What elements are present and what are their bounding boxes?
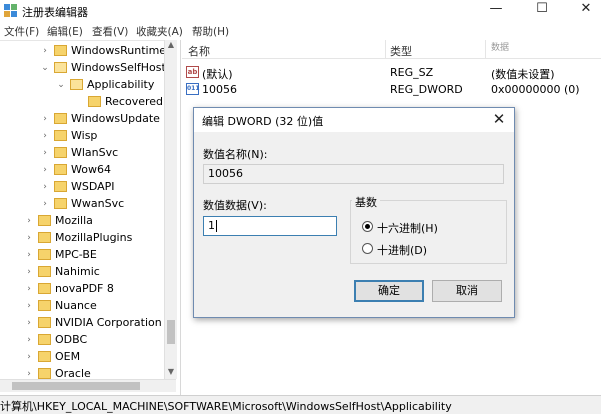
dword-value-icon: 011 (186, 83, 200, 95)
scroll-up-icon[interactable]: ▲ (165, 40, 177, 52)
value-name: 10056 (202, 83, 237, 96)
regedit-app-icon (4, 4, 17, 17)
folder-icon (38, 215, 51, 226)
dialog-title: 编辑 DWORD (32 位)值 (202, 115, 324, 128)
folder-open-icon (54, 62, 67, 73)
folder-icon (38, 266, 51, 277)
registry-path: 计算机\HKEY_LOCAL_MACHINE\SOFTWARE\Microsof… (0, 400, 452, 413)
column-header-name[interactable]: 名称 (188, 43, 210, 59)
folder-icon (54, 164, 67, 175)
expand-arrow-icon[interactable]: › (40, 162, 50, 178)
column-header-data[interactable]: 数据 (491, 40, 509, 53)
folder-icon (88, 96, 101, 107)
folder-icon (54, 198, 67, 209)
minimize-button[interactable]: — (481, 0, 511, 20)
list-item[interactable]: 011 10056 REG_DWORD 0x00000000 (0) (182, 81, 601, 98)
expand-arrow-icon[interactable]: › (40, 145, 50, 161)
expand-arrow-icon[interactable]: › (40, 196, 50, 212)
collapse-arrow-icon[interactable]: ⌄ (40, 60, 50, 76)
text-caret (216, 220, 217, 232)
value-name: (默认) (202, 68, 233, 81)
radio-unselected-icon[interactable] (362, 243, 373, 254)
registry-tree[interactable]: › WindowsRuntime ⌄ WindowsSelfHost ⌄ App… (0, 40, 173, 396)
window-title: 注册表编辑器 (22, 6, 88, 19)
value-data: (数值未设置) (491, 68, 555, 81)
menu-bar: 文件(F) 编辑(E) 查看(V) 收藏夹(A) 帮助(H) (0, 22, 601, 40)
expand-arrow-icon[interactable]: › (24, 332, 34, 348)
base-group-title: 基数 (352, 194, 380, 210)
folder-icon (38, 368, 51, 379)
expand-arrow-icon[interactable]: › (24, 247, 34, 263)
dialog-title-bar[interactable]: 编辑 DWORD (32 位)值 ✕ (194, 108, 514, 132)
expand-arrow-icon[interactable]: › (40, 111, 50, 127)
value-data-label: 数值数据(V): (203, 199, 267, 212)
list-item[interactable]: ab (默认) REG_SZ (数值未设置) (182, 64, 601, 81)
expand-arrow-icon[interactable]: › (40, 128, 50, 144)
ok-button[interactable]: 确定 (354, 280, 424, 302)
folder-open-icon (70, 79, 83, 90)
menu-file[interactable]: 文件(F) (4, 24, 39, 39)
folder-icon (54, 147, 67, 158)
menu-help[interactable]: 帮助(H) (192, 24, 229, 39)
menu-view[interactable]: 查看(V) (92, 24, 128, 39)
dialog-close-icon[interactable]: ✕ (490, 110, 508, 128)
menu-favorites[interactable]: 收藏夹(A) (136, 24, 183, 39)
maximize-button[interactable]: ☐ (527, 0, 557, 20)
column-divider[interactable] (385, 40, 386, 58)
tree-horizontal-scrollbar[interactable] (0, 379, 176, 392)
menu-edit[interactable]: 编辑(E) (47, 24, 83, 39)
scrollbar-thumb[interactable] (12, 382, 140, 390)
expand-arrow-icon[interactable]: › (24, 315, 34, 331)
folder-icon (38, 351, 51, 362)
expand-arrow-icon[interactable]: › (24, 281, 34, 297)
folder-icon (54, 181, 67, 192)
close-button[interactable]: ✕ (571, 0, 601, 20)
value-name-field: 10056 (203, 164, 504, 184)
folder-icon (54, 45, 67, 56)
value-type: REG_DWORD (390, 83, 463, 96)
expand-arrow-icon[interactable]: › (24, 213, 34, 229)
list-header: 名称 类型 数据 (182, 40, 601, 59)
expand-arrow-icon[interactable]: › (24, 264, 34, 280)
value-name-label: 数值名称(N): (203, 148, 268, 161)
column-divider[interactable] (485, 40, 486, 58)
folder-icon (38, 232, 51, 243)
folder-icon (54, 113, 67, 124)
scroll-down-icon[interactable]: ▼ (165, 367, 177, 379)
expand-arrow-icon[interactable]: › (24, 298, 34, 314)
tree-vertical-scrollbar[interactable]: ▲ ▼ (164, 40, 177, 379)
folder-icon (38, 334, 51, 345)
status-bar: 计算机\HKEY_LOCAL_MACHINE\SOFTWARE\Microsof… (0, 395, 601, 414)
expand-arrow-icon[interactable]: › (24, 349, 34, 365)
collapse-arrow-icon[interactable]: ⌄ (56, 77, 66, 93)
folder-icon (38, 300, 51, 311)
value-type: REG_SZ (390, 66, 434, 79)
scrollbar-thumb[interactable] (167, 320, 175, 344)
folder-icon (38, 283, 51, 294)
column-header-type[interactable]: 类型 (390, 43, 412, 59)
value-data: 0x00000000 (0) (491, 83, 580, 96)
value-data-input[interactable]: 1 (203, 216, 337, 236)
expand-arrow-icon[interactable]: › (40, 179, 50, 195)
expand-arrow-icon[interactable]: › (40, 43, 50, 59)
expand-arrow-icon[interactable]: › (24, 230, 34, 246)
title-bar: 注册表编辑器 — ☐ ✕ (0, 0, 601, 22)
folder-icon (38, 249, 51, 260)
folder-icon (38, 317, 51, 328)
pane-splitter[interactable] (180, 40, 181, 395)
string-value-icon: ab (186, 66, 199, 78)
radio-selected-icon[interactable] (362, 221, 373, 232)
folder-icon (54, 130, 67, 141)
cancel-button[interactable]: 取消 (432, 280, 502, 302)
edit-dword-dialog: 编辑 DWORD (32 位)值 ✕ 数值名称(N): 10056 数值数据(V… (193, 107, 515, 318)
